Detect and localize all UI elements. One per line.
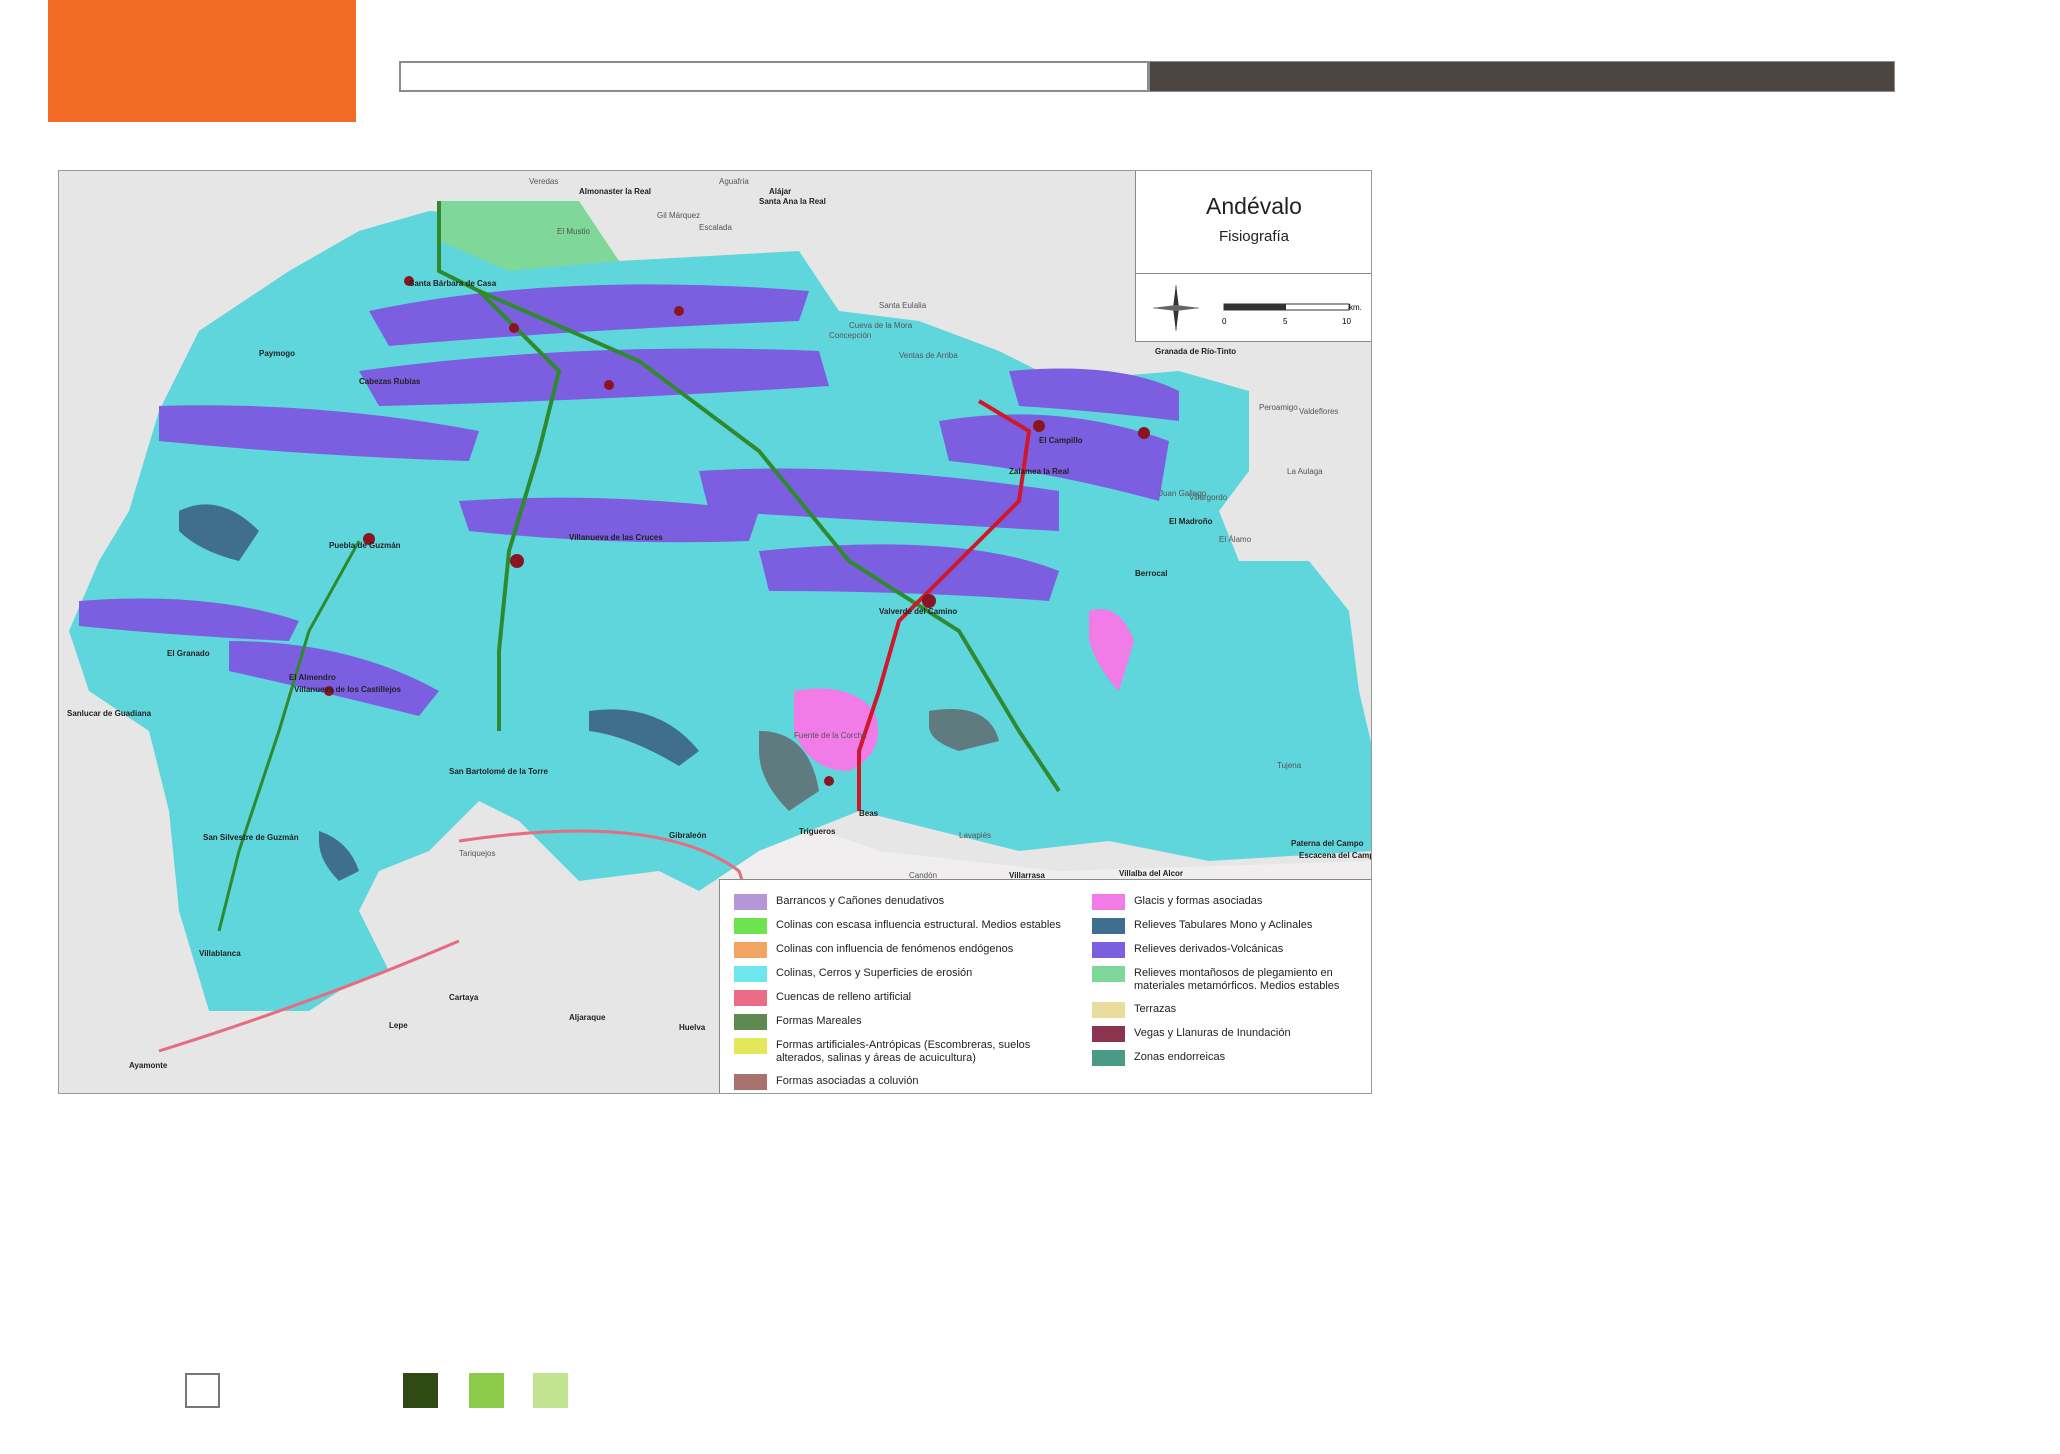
legend-swatch [734,1014,767,1030]
map-title: Andévalo [1206,193,1302,219]
legend-swatch [1092,1002,1125,1018]
place-label: Paymogo [259,349,296,358]
footer-swatch-green [469,1373,504,1408]
place-label: Cueva de la Mora [849,321,913,330]
legend-label: Formas asociadas a coluvión [776,1075,919,1087]
place-label: Tujena [1277,761,1302,770]
place-label: Zalamea la Real [1009,467,1070,476]
legend-swatch [734,894,767,910]
footer-swatch-dark-green [403,1373,438,1408]
place-label: El Madroño [1169,517,1213,526]
legend-label: Formas artificiales-Antrópicas (Escombre… [776,1039,1031,1064]
place-label: Ventas de Arriba [899,351,958,360]
legend-label: Colinas con escasa influencia estructura… [776,919,1061,931]
place-label: Paterna del Campo [1291,839,1364,848]
legend-label: Relieves derivados-Volcánicas [1134,943,1284,955]
place-label: Veredas [529,177,559,186]
place-label: El Álamo [1219,535,1252,544]
place-label: Villanueva de las Cruces [569,533,663,542]
legend-label: Barrancos y Cañones denudativos [776,895,945,907]
legend-swatch [1092,894,1125,910]
legend-label: Vegas y Llanuras de Inundación [1134,1027,1291,1039]
scale-tick: 5 [1283,317,1288,326]
place-label: Cabezas Rubias [359,377,421,386]
place-label: Escalada [699,223,732,232]
place-label: Sanlucar de Guadiana [67,709,152,718]
place-label: Almonaster la Real [579,187,652,196]
scale-tick: 10 [1342,317,1351,326]
place-label: Aljaraque [569,1013,606,1022]
place-label: Concepción [829,331,872,340]
place-label: Fuente de la Corcha [794,731,867,740]
place-label: Valverde del Camino [879,607,958,616]
place-label: San Bartolomé de la Torre [449,767,548,776]
legend-label: Colinas, Cerros y Superficies de erosión [776,967,973,979]
legend-swatch [734,918,767,934]
place-label: Huelva [679,1023,706,1032]
place-label: Alájar [769,187,792,196]
place-label: El Almendro [289,673,336,682]
place-label: Valdeflores [1299,407,1339,416]
header-accent-block [48,0,356,122]
place-label: El Mustio [557,227,590,236]
scale-and-compass: km. 0 5 10 [1135,274,1371,342]
map-title-box: Andévalo Fisiografía [1135,171,1371,274]
map-panel: Veredas Almonaster la Real Aguafria Alájar S… [58,170,1372,1094]
legend-swatch [1092,966,1125,982]
place-label: Tariquejos [459,849,496,858]
place-label: Escacena del Campo [1299,851,1372,860]
place-label: Trigueros [799,827,836,836]
legend-swatch [734,1038,767,1054]
place-label: Villanueva de los Castillejos [294,685,402,694]
map-subtitle: Fisiografía [1218,228,1290,245]
place-label: Berrocal [1135,569,1168,578]
place-label: Santa Bárbara de Casa [409,279,497,288]
legend-label: Glacis y formas asociadas [1134,895,1263,907]
legend-label: Cuencas de relleno artificial [776,991,912,1003]
header-bar-dark [1149,61,1895,92]
place-label: Peroamigo [1259,403,1298,412]
place-label: San Silvestre de Guzmán [203,833,299,842]
place-label: Beas [859,809,879,818]
place-label: Granada de Río-Tinto [1155,347,1237,356]
scale-unit: km. [1349,303,1362,312]
place-label: El Campillo [1039,436,1083,445]
legend-swatch [1092,1026,1125,1042]
compass-icon [1152,284,1350,332]
place-label: Villalba del Alcor [1119,869,1184,878]
place-label: Ayamonte [129,1061,168,1070]
legend-label: Formas Mareales [776,1015,862,1027]
legend-swatch [734,942,767,958]
place-label: Lavapiés [959,831,992,840]
footer-swatch-outline [185,1373,220,1408]
place-label: Gil Márquez [657,211,701,220]
legend-label: Relieves Tabulares Mono y Aclinales [1134,919,1313,931]
legend-label: Colinas con influencia de fenómenos endó… [776,943,1014,955]
legend-swatch [1092,942,1125,958]
legend-swatch [734,1074,767,1090]
footer-swatch-light-green [533,1373,568,1408]
header-bar-light [399,61,1149,92]
legend-swatch [1092,918,1125,934]
place-label: Puebla de Guzmán [329,541,401,550]
place-label: El Granado [167,649,210,658]
place-label: Villablanca [199,949,241,958]
place-label: Santa Eulalia [879,301,927,310]
legend-label: Zonas endorreicas [1134,1051,1226,1063]
place-label: Gibraleón [669,831,707,840]
legend-label: Relieves montañosos de plegamiento en ma… [1134,967,1340,992]
place-label: Aguafria [719,177,749,186]
place-label: Cartaya [449,993,479,1002]
place-label: Lepe [389,1021,408,1030]
scale-tick: 0 [1222,317,1227,326]
legend-swatch [1092,1050,1125,1066]
legend-label: Terrazas [1134,1003,1177,1015]
place-label: La Aulaga [1287,467,1323,476]
place-label: Santa Ana la Real [759,197,826,206]
legend-swatch [734,966,767,982]
place-label: Villargordo [1189,493,1228,502]
map-legend: Barrancos y Cañones denudativos Colinas c… [719,879,1371,1093]
legend-swatch [734,990,767,1006]
